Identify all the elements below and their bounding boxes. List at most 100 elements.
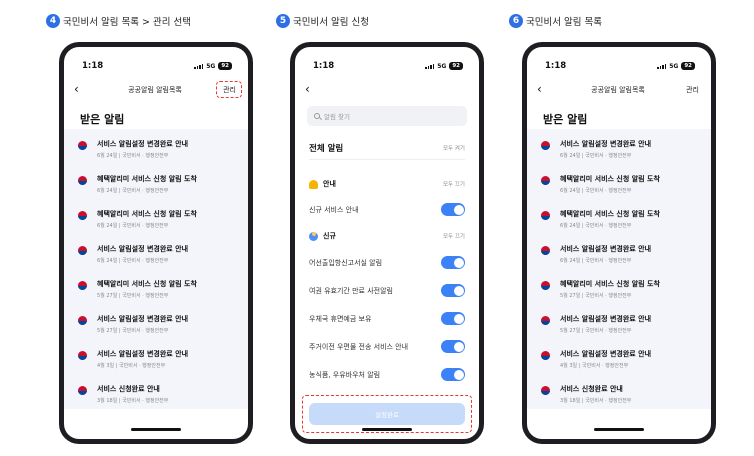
taegeuk-icon (78, 351, 87, 360)
turn-all-off-button[interactable]: 모두 끄기 (443, 180, 465, 188)
step-4-caption: 4 국민비서 알림 목록 > 관리 선택 (46, 14, 191, 28)
item-title: 서비스 알림설정 변경완료 안내 (97, 140, 189, 148)
setting-label: 농식품, 우유바우처 알림 (309, 370, 381, 379)
step-text: 국민비서 알림 목록 (526, 17, 602, 28)
list-item[interactable]: 서비스 신청완료 안내 3월 18일 | 국민비서 · 행정안전부 (527, 378, 711, 413)
status-time: 1:18 (313, 61, 335, 71)
category-notice-label: 안내 (323, 180, 336, 188)
setting-label: 여권 유효기간 만료 사전알림 (309, 286, 393, 295)
back-arrow-icon[interactable]: ‹ (537, 83, 542, 96)
item-title: 혜택알리미 서비스 신청 알림 도착 (560, 210, 660, 218)
nav-bar: ‹ 공공알림 알림목록 관리 (74, 83, 236, 97)
search-placeholder: 알림 찾기 (324, 113, 350, 121)
list-item[interactable]: 서비스 알림설정 변경완료 안내 6월 24일 | 국민비서 · 행정안전부 (527, 133, 711, 168)
item-title: 서비스 알림설정 변경완료 안내 (560, 245, 652, 253)
turn-all-off-button[interactable]: 모두 끄기 (443, 232, 465, 240)
notification-toggle[interactable] (441, 312, 465, 325)
status-indicators: 5G 92 (657, 62, 695, 70)
home-indicator (362, 428, 412, 431)
taegeuk-icon (78, 386, 87, 395)
setting-row: 우체국 휴면예금 보유 (309, 312, 465, 325)
item-meta: 5월 27일 | 국민비서 · 행정안전부 (560, 328, 632, 334)
home-indicator (594, 428, 644, 431)
notification-toggle[interactable] (441, 340, 465, 353)
item-title: 서비스 알림설정 변경완료 안내 (560, 140, 652, 148)
list-item[interactable]: 서비스 신청완료 안내 3월 18일 | 국민비서 · 행정안전부 (64, 378, 248, 413)
item-title: 서비스 알림설정 변경완료 안내 (560, 350, 652, 358)
list-item[interactable]: 서비스 알림설정 변경완료 안내 4월 3일 | 국민비서 · 행정안전부 (64, 343, 248, 378)
home-indicator (131, 428, 181, 431)
item-title: 서비스 알림설정 변경완료 안내 (560, 315, 652, 323)
item-meta: 5월 27일 | 국민비서 · 행정안전부 (97, 293, 169, 299)
step-5-caption: 5 국민비서 알림 신청 (276, 14, 369, 28)
list-item[interactable]: 서비스 알림설정 변경완료 안내 5월 27일 | 국민비서 · 행정안전부 (527, 308, 711, 343)
status-bar: 1:18 5G 92 (313, 61, 463, 71)
phone-screen: 1:18 5G 92 ‹ 공공알림 알림목록 관리 받은 알림 서비스 알림설정… (64, 47, 248, 439)
status-bar: 1:18 5G 92 (545, 61, 695, 71)
notification-toggle[interactable] (441, 284, 465, 297)
list-item[interactable]: 서비스 알림설정 변경완료 안내 4월 3일 | 국민비서 · 행정안전부 (527, 343, 711, 378)
taegeuk-icon (78, 281, 87, 290)
nav-bar: ‹ 공공알림 알림목록 관리 (537, 83, 699, 97)
battery-icon: 92 (449, 62, 463, 70)
manage-button[interactable]: 관리 (686, 85, 699, 95)
network-label: 5G (669, 62, 679, 70)
bell-icon (309, 179, 318, 189)
item-meta: 6월 24일 | 국민비서 · 행정안전부 (560, 223, 632, 229)
notification-toggle[interactable] (441, 256, 465, 269)
list-item[interactable]: 서비스 알림설정 변경완료 안내 6월 24일 | 국민비서 · 행정안전부 (64, 133, 248, 168)
category-notice-row: 안내 모두 끄기 (309, 179, 465, 189)
item-title: 서비스 알림설정 변경완료 안내 (97, 315, 189, 323)
item-meta: 5월 27일 | 국민비서 · 행정안전부 (97, 328, 169, 334)
setting-row: 어선출입항신고서실 알림 (309, 256, 465, 269)
item-title: 서비스 신청완료 안내 (560, 385, 623, 393)
list-item[interactable]: 서비스 알림설정 변경완료 안내 6월 24일 | 국민비서 · 행정안전부 (64, 238, 248, 273)
network-label: 5G (206, 62, 216, 70)
taegeuk-icon (78, 211, 87, 220)
search-icon (314, 113, 320, 119)
list-item[interactable]: 혜택알리미 서비스 신청 알림 도착 5월 27일 | 국민비서 · 행정안전부 (64, 273, 248, 308)
status-indicators: 5G 92 (194, 62, 232, 70)
setting-row: 여권 유효기간 만료 사전알림 (309, 284, 465, 297)
item-meta: 6월 24일 | 국민비서 · 행정안전부 (97, 223, 169, 229)
setting-label: 신규 서비스 안내 (309, 205, 359, 214)
notification-list: 서비스 알림설정 변경완료 안내 6월 24일 | 국민비서 · 행정안전부 혜택… (527, 129, 711, 409)
back-arrow-icon[interactable]: ‹ (305, 83, 310, 96)
notification-toggle[interactable] (441, 203, 465, 216)
taegeuk-icon (541, 316, 550, 325)
step-number: 6 (509, 14, 523, 28)
setting-label: 우체국 휴면예금 보유 (309, 314, 372, 323)
all-notifications-row: 전체 알림 모두 켜기 (309, 142, 465, 154)
network-label: 5G (437, 62, 447, 70)
list-item[interactable]: 혜택알리미 서비스 신청 알림 도착 6월 24일 | 국민비서 · 행정안전부 (64, 168, 248, 203)
taegeuk-icon (78, 316, 87, 325)
item-meta: 5월 27일 | 국민비서 · 행정안전부 (560, 293, 632, 299)
taegeuk-icon (541, 211, 550, 220)
item-title: 서비스 알림설정 변경완료 안내 (97, 245, 189, 253)
search-input[interactable]: 알림 찾기 (307, 106, 467, 126)
list-item[interactable]: 서비스 알림설정 변경완료 안내 5월 27일 | 국민비서 · 행정안전부 (64, 308, 248, 343)
taegeuk-icon (78, 141, 87, 150)
back-arrow-icon[interactable]: ‹ (74, 83, 79, 96)
turn-all-on-button[interactable]: 모두 켜기 (443, 144, 465, 152)
step-number: 4 (46, 14, 60, 28)
notification-toggle[interactable] (441, 368, 465, 381)
list-item[interactable]: 혜택알리미 서비스 신청 알림 도착 5월 27일 | 국민비서 · 행정안전부 (527, 273, 711, 308)
divider (309, 159, 465, 160)
status-time: 1:18 (545, 61, 567, 71)
taegeuk-icon (78, 176, 87, 185)
list-item[interactable]: 서비스 알림설정 변경완료 안내 6월 24일 | 국민비서 · 행정안전부 (527, 238, 711, 273)
list-item[interactable]: 혜택알리미 서비스 신청 알림 도착 6월 24일 | 국민비서 · 행정안전부 (527, 168, 711, 203)
item-meta: 6월 24일 | 국민비서 · 행정안전부 (97, 153, 169, 159)
item-meta: 6월 24일 | 국민비서 · 행정안전부 (97, 258, 169, 264)
taegeuk-icon (541, 281, 550, 290)
phone-screen: 1:18 5G 92 ‹ 공공알림 알림목록 관리 받은 알림 서비스 알림설정… (527, 47, 711, 439)
signal-icon (425, 63, 435, 69)
battery-icon: 92 (681, 62, 695, 70)
item-title: 혜택알리미 서비스 신청 알림 도착 (560, 280, 660, 288)
phone-screen: 1:18 5G 92 ‹ 알림 찾기 전체 알림 모두 켜기 안내 모두 끄기 … (295, 47, 479, 439)
list-item[interactable]: 혜택알리미 서비스 신청 알림 도착 6월 24일 | 국민비서 · 행정안전부 (527, 203, 711, 238)
setting-row: 신규 서비스 안내 (309, 203, 465, 216)
list-item[interactable]: 혜택알리미 서비스 신청 알림 도착 6월 24일 | 국민비서 · 행정안전부 (64, 203, 248, 238)
nav-title: 공공알림 알림목록 (591, 86, 645, 94)
